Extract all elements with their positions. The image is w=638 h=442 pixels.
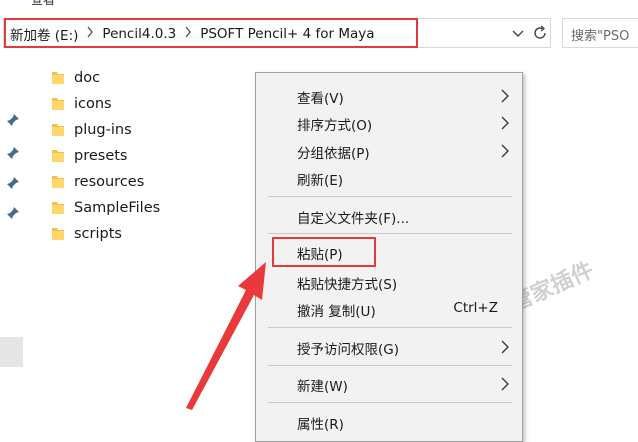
search-input[interactable]: 搜索"PSO [562,18,638,48]
menu-item-label: 属性(R) [297,417,344,433]
menu-item-customize-folder[interactable]: 自定义文件夹(F)... [256,203,522,229]
file-name: resources [74,174,145,190]
nav-pane-selected-item[interactable] [0,337,23,367]
menu-item-label: 刷新(E) [297,173,344,189]
menu-item-label: 撤消 复制(U) [297,304,376,320]
breadcrumb: 新加卷 (E:) Pencil4.0.3 PSOFT Pencil+ 4 for… [6,20,414,48]
folder-icon [52,124,64,136]
breadcrumb-drive[interactable]: 新加卷 (E:) [6,24,82,44]
file-name: presets [74,148,128,164]
menu-item-grant-access[interactable]: 授予访问权限(G) [256,334,522,360]
refresh-icon[interactable] [531,23,549,43]
context-menu: 查看(V) 排序方式(O) 分组依据(P) 刷新(E) 自定义文件夹(F)...… [255,72,523,442]
menu-item-label: 排序方式(O) [297,118,373,134]
list-item[interactable]: resources [51,170,144,194]
folder-icon [52,228,64,240]
menu-item-refresh[interactable]: 刷新(E) [256,165,522,191]
menu-item-view[interactable]: 查看 [31,0,55,6]
list-item[interactable]: plug-ins [51,118,132,142]
breadcrumb-current-folder[interactable]: PSOFT Pencil+ 4 for Maya [196,26,378,42]
menu-item-paste-shortcut[interactable]: 粘贴快捷方式(S) [256,269,522,295]
folder-icon [52,72,64,84]
list-item[interactable]: doc [51,66,100,90]
menu-item-label: 授予访问权限(G) [297,342,399,358]
menu-item-shortcut: Ctrl+Z [453,300,498,316]
pin-icon[interactable] [6,112,20,126]
chevron-down-icon[interactable] [510,24,526,42]
file-name: SampleFiles [74,200,161,216]
menu-item-group[interactable]: 分组依据(P) [256,138,522,164]
menu-item-undo-copy[interactable]: 撤消 复制(U) Ctrl+Z [256,296,522,322]
list-item[interactable]: icons [51,92,112,116]
pin-icon[interactable] [6,205,20,219]
menu-item-label: 粘贴快捷方式(S) [297,277,398,293]
menu-item-view[interactable]: 查看(V) [256,83,522,109]
menu-item-label: 粘贴(P) [297,247,343,263]
file-name: doc [74,70,101,86]
pin-icon[interactable] [6,145,20,159]
menu-item-new[interactable]: 新建(W) [256,371,522,397]
menu-item-paste[interactable]: 粘贴(P) [256,239,522,265]
list-item[interactable]: scripts [51,222,122,246]
file-name: scripts [74,226,122,242]
list-item[interactable]: presets [51,144,127,168]
menu-separator [268,233,512,234]
chevron-right-icon [501,377,509,391]
menu-separator [268,196,512,197]
menu-separator [268,327,512,328]
file-name: plug-ins [74,122,132,138]
menu-item-label: 自定义文件夹(F)... [297,211,410,227]
list-item[interactable]: SampleFiles [51,196,160,220]
menu-item-sort[interactable]: 排序方式(O) [256,110,522,136]
menu-separator [268,402,512,403]
folder-icon [52,150,64,162]
chevron-right-icon[interactable] [180,26,196,42]
menu-item-label: 分组依据(P) [297,146,370,162]
menu-bar: 查看 [0,0,638,6]
file-name: icons [74,96,112,112]
folder-icon [52,98,64,110]
folder-icon [52,202,64,214]
chevron-right-icon[interactable] [82,26,98,42]
menu-item-label: 新建(W) [297,379,348,395]
breadcrumb-pencil[interactable]: Pencil4.0.3 [98,26,180,42]
menu-item-properties[interactable]: 属性(R) [256,409,522,435]
chevron-right-icon [501,144,509,158]
pin-icon[interactable] [6,175,20,189]
menu-separator [268,365,512,366]
chevron-right-icon [501,340,509,354]
chevron-right-icon [501,89,509,103]
chevron-right-icon [501,116,509,130]
address-bar[interactable]: 新加卷 (E:) Pencil4.0.3 PSOFT Pencil+ 4 for… [3,18,551,48]
folder-icon [52,176,64,188]
menu-item-label: 查看(V) [297,91,344,107]
